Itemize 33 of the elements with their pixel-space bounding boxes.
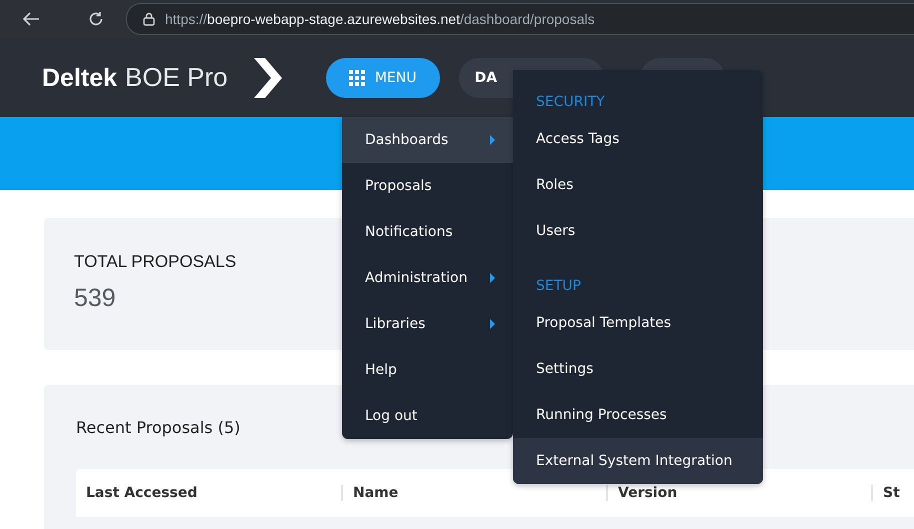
submenu-caret-icon — [490, 135, 495, 145]
brand-name: Deltek — [42, 64, 118, 93]
product-name: BOE Pro — [125, 62, 228, 93]
menu-item[interactable]: Notifications — [342, 209, 513, 255]
submenu-item[interactable]: Users — [513, 208, 763, 254]
submenu-item[interactable]: Settings — [513, 346, 763, 392]
section-heading: SECURITY — [536, 94, 605, 110]
total-count: 539 — [74, 284, 116, 313]
submenu-caret-icon — [490, 273, 495, 283]
column-header[interactable]: St — [871, 485, 914, 501]
submenu-item[interactable]: Access Tags — [513, 116, 763, 162]
submenu-item[interactable]: Roles — [513, 162, 763, 208]
url-text: https://boepro-webapp-stage.azurewebsites.net/dashboard/proposals — [165, 11, 595, 27]
card-title: Recent Proposals (5) — [76, 418, 240, 437]
reload-icon[interactable] — [88, 11, 104, 27]
section-heading: SETUP — [536, 278, 581, 294]
address-bar[interactable]: https://boepro-webapp-stage.azurewebsites.net/dashboard/proposals — [126, 3, 914, 35]
card-title: TOTAL PROPOSALS — [74, 252, 236, 272]
menu-item[interactable]: Log out — [342, 393, 513, 439]
menu-item[interactable]: Libraries — [342, 301, 513, 347]
submenu-item[interactable]: Proposal Templates — [513, 300, 763, 346]
back-icon[interactable] — [22, 12, 40, 26]
chevron-logo-icon — [252, 58, 284, 98]
submenu-item[interactable]: External System Integration — [513, 438, 763, 484]
submenu-item[interactable]: Running Processes — [513, 392, 763, 438]
menu-item[interactable]: Help — [342, 347, 513, 393]
menu-item[interactable]: Dashboards — [342, 117, 513, 163]
grid-icon — [348, 70, 365, 86]
column-header[interactable]: Last Accessed — [76, 485, 341, 501]
menu-item[interactable]: Administration — [342, 255, 513, 301]
menu-item[interactable]: Proposals — [342, 163, 513, 209]
submenu-caret-icon — [490, 319, 495, 329]
lock-icon — [143, 12, 155, 26]
